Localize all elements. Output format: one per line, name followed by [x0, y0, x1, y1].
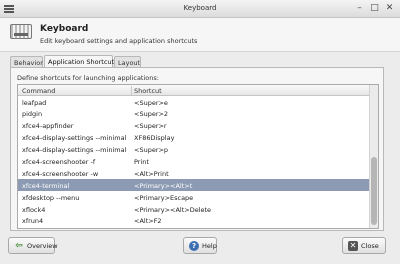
maximize-icon[interactable]: □	[369, 3, 380, 14]
row-command: xfce4-terminal	[22, 181, 70, 190]
table-row[interactable]: xfce4-appfinder <Super>r	[18, 120, 370, 132]
help-label: Help	[202, 242, 217, 250]
row-shortcut: <Super>r	[134, 122, 167, 131]
close-window-icon[interactable]: ✕	[384, 3, 395, 14]
table-row[interactable]: xfdesktop --menu <Primary>Escape	[18, 191, 370, 203]
table-row[interactable]: xfce4-screenshooter -w <Alt>Print	[18, 167, 370, 179]
keyboard-icon	[10, 24, 32, 39]
row-command: pidgin	[22, 110, 43, 119]
table-row[interactable]: xfrun4 <Alt>F2	[18, 215, 370, 227]
help-icon: ?	[189, 241, 199, 251]
row-command: xfce4-display-settings --minimal	[22, 134, 127, 143]
table-row[interactable]: xfce4-screenshooter -f Print	[18, 155, 370, 167]
title-bar[interactable]: Keyboard – □ ✕	[0, 0, 400, 18]
row-shortcut: Print	[134, 157, 149, 166]
table-row[interactable]: xfce4-display-settings --minimal <Super>p	[18, 144, 370, 156]
row-command: xfce4-screenshooter -f	[22, 157, 96, 166]
dialog-button-row: ⇦ Overview ? Help ✕ Close	[0, 234, 400, 264]
close-label: Close	[361, 242, 379, 250]
shortcuts-panel: Define shortcuts for launching applicati…	[10, 67, 384, 231]
close-icon: ✕	[348, 241, 358, 251]
panel-label: Define shortcuts for launching applicati…	[17, 74, 159, 82]
table-row[interactable]: leafpad <Super>e	[18, 96, 370, 108]
overview-button[interactable]: ⇦ Overview	[8, 237, 58, 254]
row-shortcut: <Primary><Alt>Delete	[134, 205, 212, 214]
shortcuts-list[interactable]: Command Shortcut leafpad <Super>e pidgin <…	[17, 84, 379, 229]
row-command: leafpad	[22, 98, 47, 107]
row-shortcut: <Primary>Escape	[134, 193, 194, 202]
window-title: Keyboard	[183, 4, 217, 12]
header-subtitle: Edit keyboard settings and application s…	[40, 37, 198, 45]
row-command: xfrun4	[22, 217, 44, 226]
dialog-header: Keyboard Edit keyboard settings and appl…	[0, 18, 400, 52]
row-shortcut: <Alt>F2	[134, 217, 162, 226]
header-title: Keyboard	[40, 24, 89, 34]
scrollbar-thumb[interactable]	[371, 157, 377, 225]
shortcut-rows: leafpad <Super>e pidgin <Super>2 xfce4-app…	[18, 96, 370, 227]
row-shortcut: <Super>2	[134, 110, 169, 119]
minimize-icon[interactable]: –	[354, 3, 365, 14]
row-shortcut: <Primary><Alt>t	[134, 181, 193, 190]
row-shortcut: <Alt>Print	[134, 169, 169, 178]
row-command: xflock4	[22, 205, 46, 214]
overview-label: Overview	[27, 242, 58, 250]
table-row[interactable]: xflock4 <Primary><Alt>Delete	[18, 203, 370, 215]
help-button[interactable]: ? Help	[183, 237, 217, 254]
column-command[interactable]: Command	[22, 87, 55, 95]
row-shortcut: <Super>p	[134, 146, 169, 155]
close-button[interactable]: ✕ Close	[342, 237, 386, 254]
keyboard-settings-window: Keyboard – □ ✕ Keyboard Edit keyboard se…	[0, 0, 400, 264]
row-command: xfdesktop --menu	[22, 193, 80, 202]
row-shortcut: XF86Display	[134, 134, 175, 143]
vertical-scrollbar[interactable]	[369, 85, 378, 228]
row-command: xfce4-screenshooter -w	[22, 169, 99, 178]
table-row-selected[interactable]: xfce4-terminal <Primary><Alt>t	[18, 179, 370, 192]
arrow-left-icon: ⇦	[15, 241, 23, 251]
column-separator[interactable]	[131, 86, 132, 95]
table-row[interactable]: pidgin <Super>2	[18, 108, 370, 120]
column-shortcut[interactable]: Shortcut	[134, 87, 162, 95]
row-command: xfce4-display-settings --minimal	[22, 146, 127, 155]
column-header: Command Shortcut	[18, 85, 370, 96]
row-command: xfce4-appfinder	[22, 122, 74, 131]
table-row[interactable]: xfce4-display-settings --minimal XF86Disp…	[18, 132, 370, 144]
row-shortcut: <Super>e	[134, 98, 168, 107]
